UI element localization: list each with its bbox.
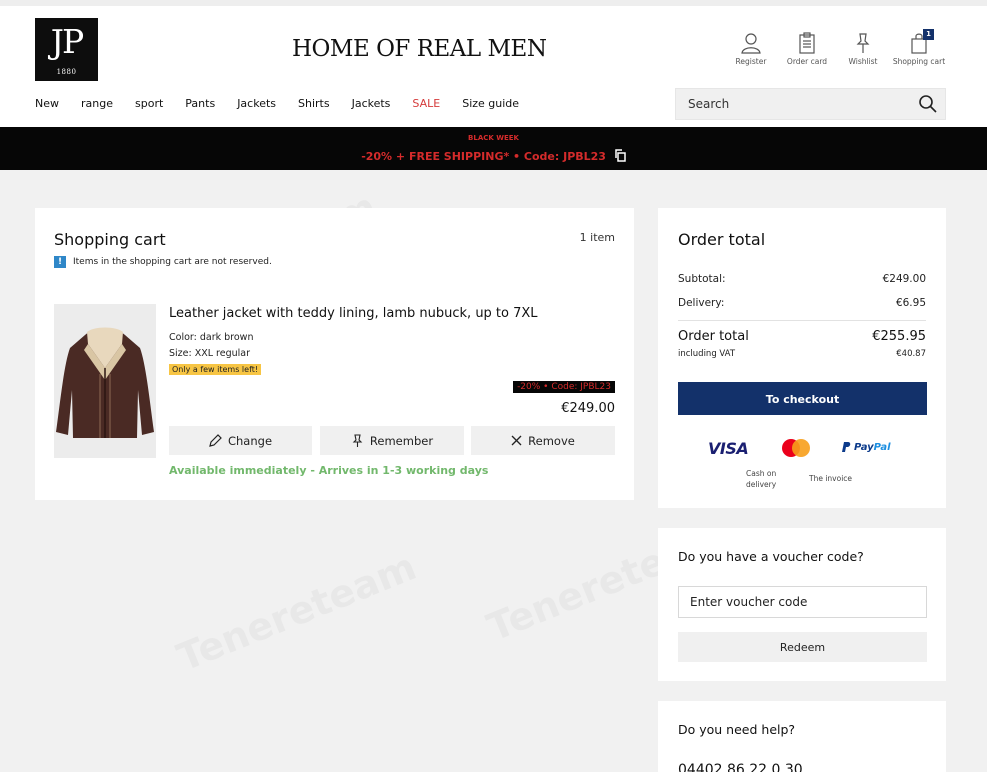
nav-pants[interactable]: Pants (185, 97, 215, 110)
cash-line-1: Cash on (746, 469, 777, 478)
order-card-link[interactable]: Order card (779, 32, 835, 66)
logo-monogram: JP (50, 22, 84, 61)
cart-title: Shopping cart (54, 230, 166, 249)
cart-notice-text: Items in the shopping cart are not reser… (73, 257, 272, 267)
product-image[interactable] (54, 304, 156, 458)
promo-banner[interactable]: BLACK WEEK -20% + FREE SHIPPING* • Code:… (0, 127, 987, 170)
info-icon: ! (54, 256, 66, 268)
paypal-word-b: Pal (873, 442, 891, 453)
remove-button[interactable]: Remove (471, 426, 615, 455)
voucher-card: Do you have a voucher code? Enter vouche… (658, 528, 946, 681)
help-card: Do you need help? 04402 86 22 0 30 (658, 701, 946, 772)
order-total-row: Order total €255.95 (678, 329, 926, 344)
availability-text: Available immediately - Arrives in 1-3 w… (169, 464, 489, 477)
nav-jackets-2[interactable]: Jackets (352, 97, 391, 110)
jp-logo[interactable]: JP 1880 (35, 18, 98, 81)
product-price: €249.00 (561, 401, 615, 416)
cart-count-badge: 1 (923, 29, 934, 40)
pencil-icon (209, 434, 222, 447)
cash-on-delivery-label: Cash on delivery (746, 468, 776, 490)
redeem-button[interactable]: Redeem (678, 632, 927, 662)
close-icon (511, 435, 522, 446)
copy-icon[interactable] (614, 149, 626, 162)
order-total-value: €255.95 (872, 329, 926, 344)
nav-sale[interactable]: SALE (412, 97, 440, 110)
order-card-label: Order card (786, 57, 828, 66)
search-placeholder: Search (688, 97, 730, 111)
delivery-row: Delivery: €6.95 (678, 297, 926, 309)
wishlist-link[interactable]: Wishlist (835, 32, 891, 66)
wishlist-label: Wishlist (848, 57, 878, 66)
user-icon (741, 33, 761, 54)
vat-row: including VAT €40.87 (678, 349, 926, 359)
product-name[interactable]: Leather jacket with teddy lining, lamb n… (169, 306, 538, 321)
subtotal-value: €249.00 (882, 273, 926, 285)
product-size: Size: XXL regular (169, 348, 251, 359)
pin-icon (352, 433, 363, 447)
promo-headline: BLACK WEEK (468, 134, 519, 142)
promo-code-text: -20% + FREE SHIPPING* • Code: JPBL23 (361, 150, 606, 163)
order-total-label: Order total (678, 329, 749, 344)
nav-range[interactable]: range (81, 97, 113, 110)
nav-sport[interactable]: sport (135, 97, 163, 110)
voucher-placeholder: Enter voucher code (690, 595, 808, 609)
promo-text: -20% + FREE SHIPPING* • Code: JPBL23 (0, 149, 987, 163)
cash-line-2: delivery (746, 480, 777, 489)
remove-label: Remove (528, 433, 575, 448)
discount-code-tag: -20% • Code: JPBL23 (513, 381, 615, 393)
stock-badge: Only a few items left! (169, 364, 262, 375)
order-total-card: Order total Subtotal: €249.00 Delivery: … (658, 208, 946, 508)
mastercard-yellow-circle (792, 439, 810, 457)
voucher-title: Do you have a voucher code? (678, 549, 864, 564)
shopping-cart-link[interactable]: 1 Shopping cart (891, 29, 947, 66)
paypal-word-a: Pay (854, 442, 874, 453)
clipboard-icon (799, 32, 815, 54)
logo-year: 1880 (56, 68, 77, 76)
nav-shirts[interactable]: Shirts (298, 97, 330, 110)
paypal-logo: Pay Pal (842, 442, 891, 453)
search-icon[interactable] (918, 94, 938, 114)
slogan: HOME OF REAL MEN (292, 36, 547, 62)
cart-item-count: 1 item (579, 231, 615, 244)
visa-logo: VISA (708, 439, 749, 458)
register-link[interactable]: Register (723, 32, 779, 66)
pin-icon (856, 33, 870, 53)
shopping-cart-label: Shopping cart (892, 57, 946, 66)
change-label: Change (227, 433, 273, 448)
jacket-image (56, 327, 154, 438)
nav-size-guide[interactable]: Size guide (462, 97, 519, 110)
header-icons: Register Order card Wishlist 1 Shopping … (723, 29, 947, 66)
product-color: Color: dark brown (169, 332, 254, 343)
subtotal-row: Subtotal: €249.00 (678, 273, 926, 285)
subtotal-label: Subtotal: (678, 273, 726, 285)
remember-button[interactable]: Remember (320, 426, 464, 455)
register-label: Register (735, 57, 767, 66)
vat-label: including VAT (678, 349, 736, 359)
shopping-cart-card: Shopping cart 1 item ! Items in the shop… (35, 208, 634, 500)
main-nav: New range sport Pants Jackets Shirts Jac… (35, 97, 541, 110)
mastercard-logo (782, 439, 810, 457)
invoice-label: The invoice (809, 474, 853, 483)
divider (678, 320, 926, 321)
nav-jackets[interactable]: Jackets (237, 97, 276, 110)
paypal-icon (842, 442, 851, 452)
voucher-code-input[interactable]: Enter voucher code (678, 586, 927, 618)
change-button[interactable]: Change (169, 426, 312, 455)
help-phone[interactable]: 04402 86 22 0 30 (678, 762, 803, 772)
checkout-button[interactable]: To checkout (678, 382, 927, 415)
help-title: Do you need help? (678, 722, 796, 737)
remember-label: Remember (369, 433, 434, 448)
watermark: Tenereteam (171, 544, 422, 680)
vat-value: €40.87 (896, 349, 926, 359)
delivery-label: Delivery: (678, 297, 725, 309)
search-input[interactable]: Search (675, 88, 946, 120)
site-header: JP 1880 HOME OF REAL MEN Register Order … (0, 6, 987, 127)
delivery-value: €6.95 (895, 297, 926, 309)
order-total-title: Order total (678, 230, 766, 249)
cart-notice: ! Items in the shopping cart are not res… (54, 256, 272, 268)
nav-new[interactable]: New (35, 97, 59, 110)
